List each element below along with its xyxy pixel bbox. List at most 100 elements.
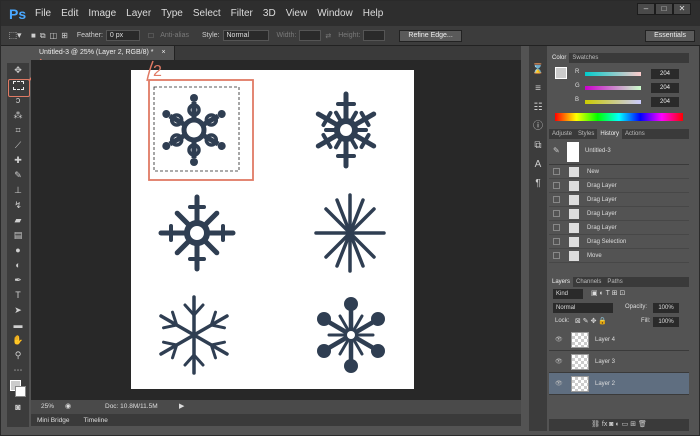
snapshot-brush-icon[interactable]: ✎ xyxy=(553,146,560,155)
history-item[interactable]: Drag Selection xyxy=(549,235,689,249)
tab-layers[interactable]: Layers xyxy=(549,277,574,287)
zoom-level[interactable]: 25% xyxy=(41,403,54,410)
eyedropper-tool-icon[interactable]: ⟋ xyxy=(7,138,29,153)
blend-mode-select[interactable]: Normal xyxy=(553,303,613,313)
layer-filter-icons[interactable]: ▣ ◐ T ⊞ ⊡ xyxy=(591,289,625,297)
tab-actions[interactable]: Actions xyxy=(622,129,648,139)
feather-input[interactable]: 0 px xyxy=(105,30,140,41)
width-input[interactable] xyxy=(299,30,322,41)
marquee-preset-icon[interactable]: ⬚▾ xyxy=(1,30,29,41)
menu-help[interactable]: Help xyxy=(363,8,384,19)
snowflake-6[interactable] xyxy=(317,297,385,373)
zoom-tool-icon[interactable]: ⚲ xyxy=(7,348,29,363)
tab-channels[interactable]: Channels xyxy=(573,277,604,287)
layer-filter-select[interactable]: Kind xyxy=(553,289,583,299)
swap-icon[interactable]: ⇄ xyxy=(325,32,331,40)
clone-stamp-tool-icon[interactable]: ⊥ xyxy=(7,183,29,198)
move-tool-icon[interactable]: ✥ xyxy=(7,63,29,78)
history-item[interactable]: Drag Layer xyxy=(549,193,689,207)
snowflake-5[interactable] xyxy=(159,295,229,375)
dodge-tool-icon[interactable]: ◐ xyxy=(7,258,29,273)
workspace-switcher[interactable]: Essentials xyxy=(645,29,695,42)
history-panel-icon[interactable]: ⌛ xyxy=(530,62,546,78)
snowflake-1[interactable] xyxy=(161,94,227,166)
history-item[interactable]: New xyxy=(549,165,689,179)
close-button[interactable]: ✕ xyxy=(673,3,691,15)
history-snapshot[interactable]: ✎ Untitled-3 xyxy=(549,139,689,165)
menu-window[interactable]: Window xyxy=(317,8,353,19)
minimize-button[interactable]: – xyxy=(637,3,655,15)
blue-slider[interactable] xyxy=(585,100,641,104)
healing-brush-tool-icon[interactable]: ✚ xyxy=(7,153,29,168)
brush-tool-icon[interactable]: ✎ xyxy=(7,168,29,183)
crop-tool-icon[interactable]: ⌗ xyxy=(7,123,29,138)
hand-tool-icon[interactable]: ✋ xyxy=(7,333,29,348)
menu-image[interactable]: Image xyxy=(88,8,116,19)
color-swatches[interactable] xyxy=(7,378,29,400)
tab-color[interactable]: Color xyxy=(549,53,570,63)
tab-swatches[interactable]: Swatches xyxy=(569,53,601,63)
color-spectrum[interactable] xyxy=(555,113,683,121)
tab-adjustments[interactable]: Adjuste xyxy=(549,129,575,139)
eraser-tool-icon[interactable]: ▰ xyxy=(7,213,29,228)
visibility-eye-icon[interactable]: 👁 xyxy=(555,373,563,395)
menu-layer[interactable]: Layer xyxy=(126,8,151,19)
document-tab[interactable]: Untitled-3 @ 25% (Layer 2, RGB/8) * × xyxy=(31,46,175,60)
history-item[interactable]: Drag Layer xyxy=(549,207,689,221)
layer-row[interactable]: 👁 Layer 4 xyxy=(549,329,689,351)
snowflake-4[interactable] xyxy=(314,193,386,273)
maximize-button[interactable]: □ xyxy=(655,3,673,15)
pen-tool-icon[interactable]: ✒ xyxy=(7,273,29,288)
quick-mask-icon[interactable]: ◙ xyxy=(7,400,29,415)
menu-filter[interactable]: Filter xyxy=(231,8,253,19)
tab-history[interactable]: History xyxy=(597,129,623,139)
refine-edge-button[interactable]: Refine Edge... xyxy=(399,29,462,42)
tab-timeline[interactable]: Timeline xyxy=(84,417,108,424)
paragraph-icon[interactable]: ¶ xyxy=(530,176,546,192)
visibility-eye-icon[interactable]: 👁 xyxy=(555,351,563,373)
history-item[interactable]: Drag Layer xyxy=(549,221,689,235)
menu-edit[interactable]: Edit xyxy=(61,8,78,19)
shape-tool-icon[interactable]: ▬ xyxy=(7,318,29,333)
character-icon[interactable]: A xyxy=(530,157,546,173)
brush-presets-icon[interactable]: ≡ xyxy=(530,81,546,97)
clone-source-icon[interactable]: ⧉ xyxy=(530,138,546,154)
snowflake-3[interactable] xyxy=(157,193,236,272)
tab-paths[interactable]: Paths xyxy=(604,277,625,287)
layer-row-selected[interactable]: 👁 Layer 2 xyxy=(549,373,689,395)
background-color-swatch[interactable] xyxy=(15,386,26,397)
quick-selection-tool-icon[interactable]: ⁂ xyxy=(7,108,29,123)
new-selection-icon[interactable]: ■ xyxy=(31,31,36,40)
red-slider[interactable] xyxy=(585,72,641,76)
history-item[interactable]: Drag Layer xyxy=(549,179,689,193)
tab-mini-bridge[interactable]: Mini Bridge xyxy=(37,417,70,424)
red-value[interactable]: 204 xyxy=(651,69,679,79)
type-tool-icon[interactable]: T xyxy=(7,288,29,303)
status-menu-arrow-icon[interactable]: ▶ xyxy=(179,402,184,410)
path-selection-tool-icon[interactable]: ➤ xyxy=(7,303,29,318)
properties-icon[interactable]: ☷ xyxy=(530,100,546,116)
layers-footer-icons[interactable]: ⛓ fx ◙ ◐ ▭ ⊞ 🗑 xyxy=(549,419,689,431)
snowflake-2[interactable] xyxy=(315,91,377,169)
blue-value[interactable]: 204 xyxy=(651,97,679,107)
height-input[interactable] xyxy=(363,30,386,41)
more-tools-icon[interactable]: ⋯ xyxy=(7,363,29,378)
style-select[interactable]: Normal xyxy=(222,30,269,41)
info-icon[interactable]: ⓘ xyxy=(530,119,546,135)
blur-tool-icon[interactable]: ● xyxy=(7,243,29,258)
subtract-selection-icon[interactable]: ◫ xyxy=(50,31,58,40)
menu-3d[interactable]: 3D xyxy=(263,8,276,19)
lock-icons[interactable]: ⊠ ✎ ✥ 🔒 xyxy=(575,317,607,325)
history-brush-tool-icon[interactable]: ↯ xyxy=(7,198,29,213)
layer-row[interactable]: 👁 Layer 3 xyxy=(549,351,689,373)
menu-file[interactable]: File xyxy=(35,8,51,19)
menu-select[interactable]: Select xyxy=(193,8,221,19)
close-tab-icon[interactable]: × xyxy=(161,49,165,56)
menu-view[interactable]: View xyxy=(286,8,308,19)
green-value[interactable]: 204 xyxy=(651,83,679,93)
green-slider[interactable] xyxy=(585,86,641,90)
menu-type[interactable]: Type xyxy=(161,8,183,19)
document-canvas[interactable] xyxy=(131,70,414,389)
status-info-icon[interactable]: ◉ xyxy=(65,402,71,410)
antialias-checkbox[interactable]: ☐ xyxy=(148,32,154,40)
